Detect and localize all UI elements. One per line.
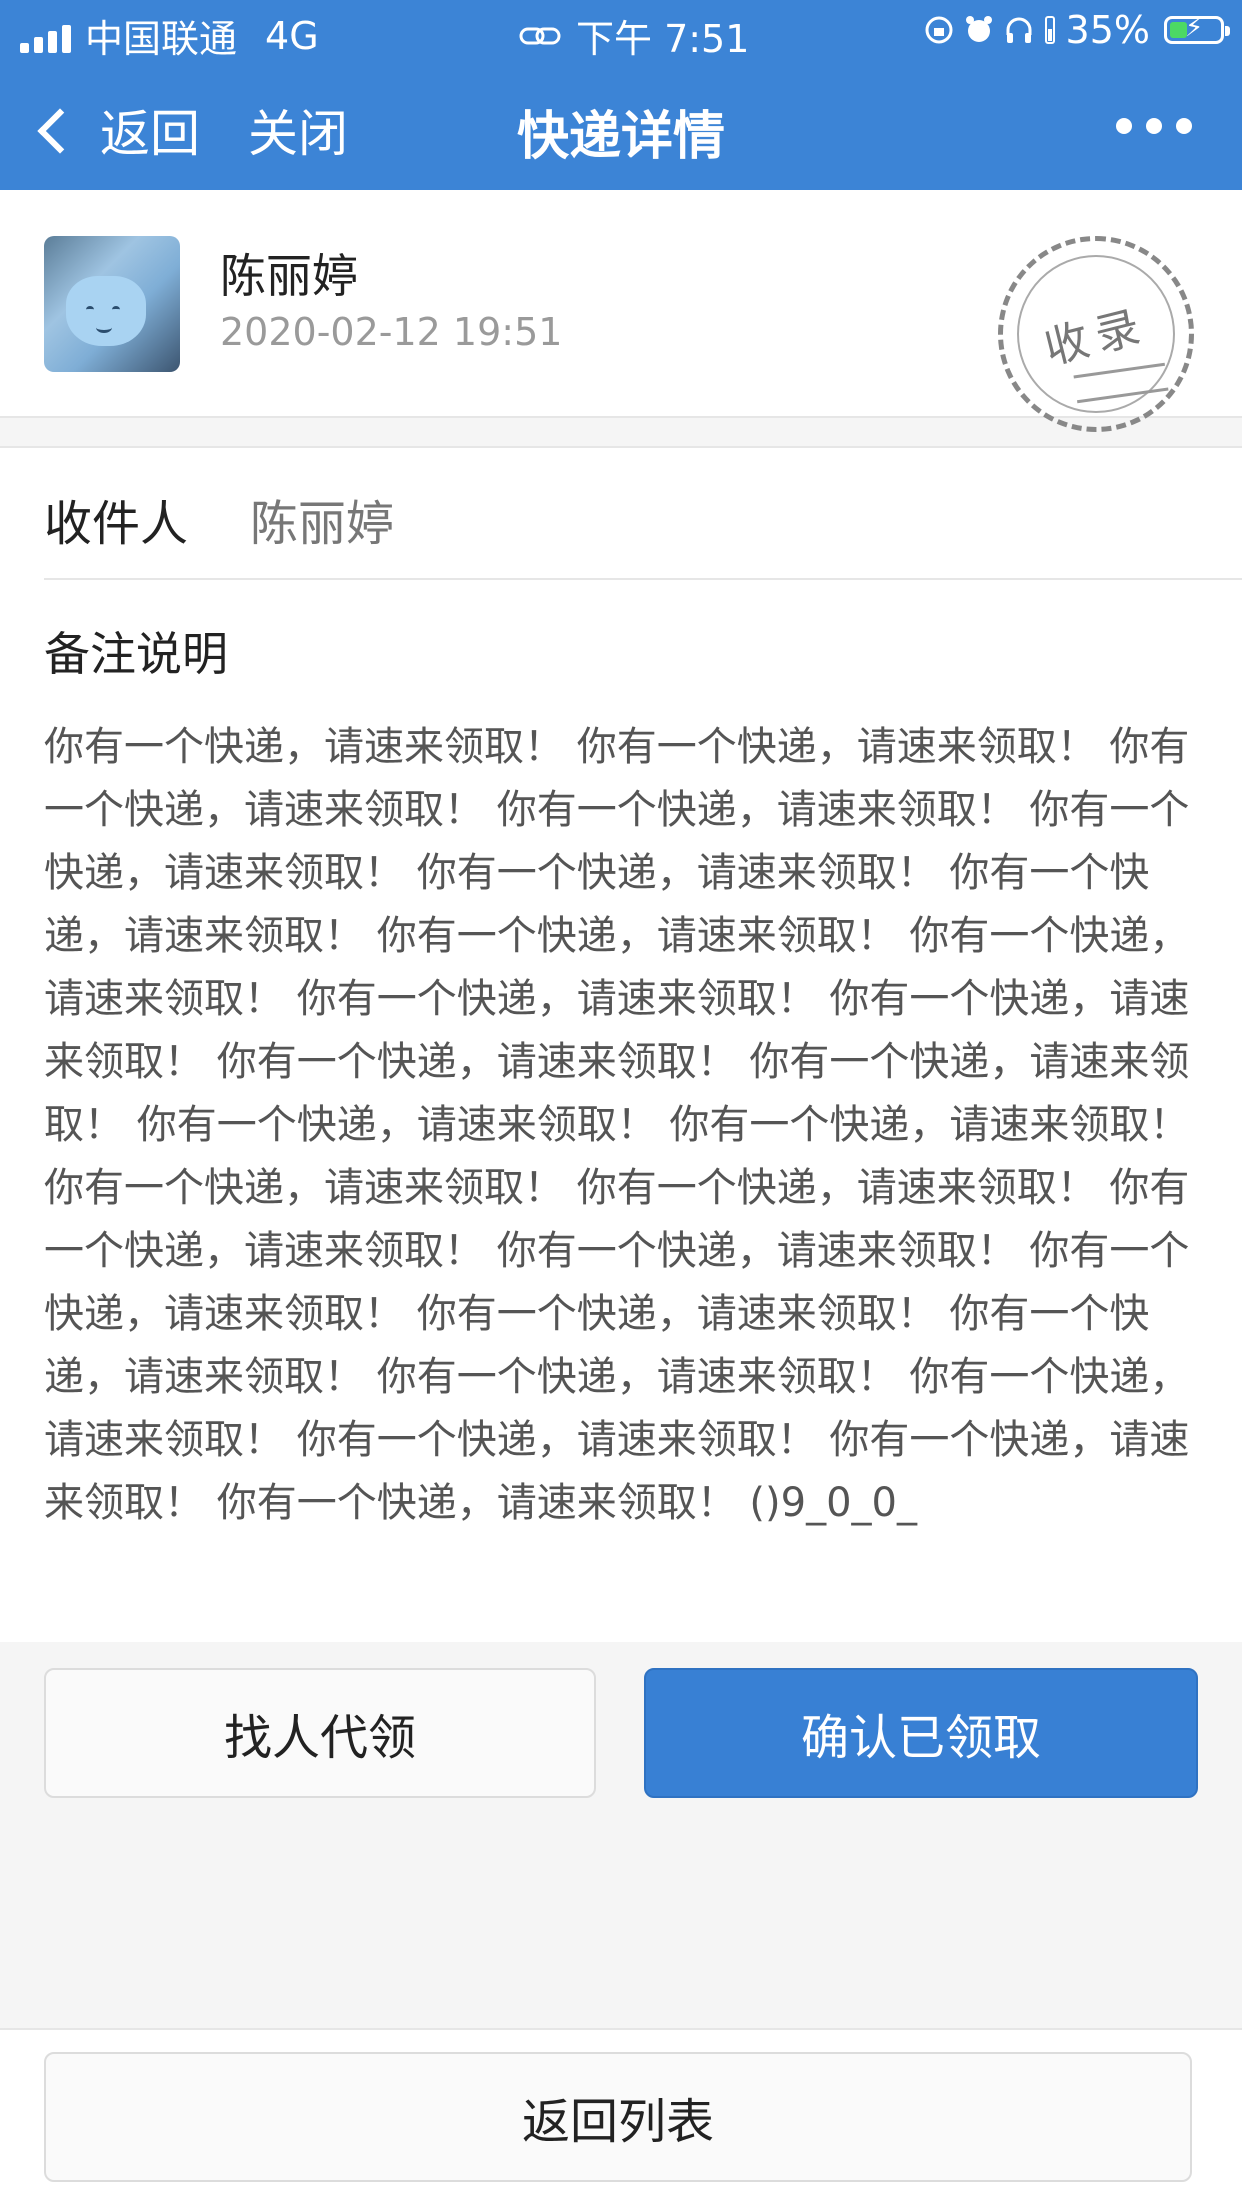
remark-title: 备注说明	[44, 627, 228, 681]
more-options-icon[interactable]	[1116, 118, 1192, 134]
status-bar: 中国联通 4G 下午 7:51 35% ⚡	[0, 0, 1242, 63]
nav-bar: 返回 关闭 快递详情	[0, 60, 1242, 190]
battery-small-icon	[1044, 16, 1055, 44]
sender-timestamp: 2020-02-12 19:51	[220, 310, 563, 354]
remark-body: 你有一个快递，请速来领取！ 你有一个快递，请速来领取！ 你有一个快递，请速来领取…	[44, 724, 1190, 1526]
status-center: 下午 7:51	[518, 8, 749, 63]
rotation-lock-icon	[925, 16, 953, 44]
avatar	[44, 236, 180, 372]
recipient-value: 陈丽婷	[250, 496, 395, 552]
network-label: 4G	[265, 13, 319, 58]
alarm-icon	[965, 16, 992, 42]
status-left: 中国联通 4G	[20, 8, 319, 63]
status-right: 35% ⚡	[924, 8, 1230, 52]
battery-icon: ⚡	[1164, 13, 1230, 44]
carrier-label: 中国联通	[85, 17, 238, 61]
clock-time: 下午 7:51	[576, 17, 750, 61]
detail-card: 收件人 陈丽婷 备注说明 你有一个快递，请速来领取！ 你有一个快递，请速来领取！…	[0, 446, 1242, 1642]
page-title: 快递详情	[516, 107, 725, 167]
recipient-label: 收件人	[44, 496, 189, 552]
sender-header: 陈丽婷 2020-02-12 19:51 收录	[0, 190, 1242, 432]
confirm-received-button[interactable]: 确认已领取	[644, 1668, 1198, 1798]
link-icon	[519, 27, 561, 44]
back-to-list-button[interactable]: 返回列表	[44, 2052, 1192, 2182]
sender-name: 陈丽婷	[220, 249, 358, 303]
headphones-icon	[1006, 17, 1032, 43]
signal-icon	[20, 19, 71, 53]
find-proxy-button[interactable]: 找人代领	[44, 1668, 596, 1798]
bottom-bar: 返回列表	[0, 2028, 1242, 2210]
received-stamp-icon: 收录	[998, 236, 1194, 432]
recipient-row: 收件人 陈丽婷	[44, 448, 1242, 580]
battery-percent: 35%	[1065, 8, 1150, 52]
